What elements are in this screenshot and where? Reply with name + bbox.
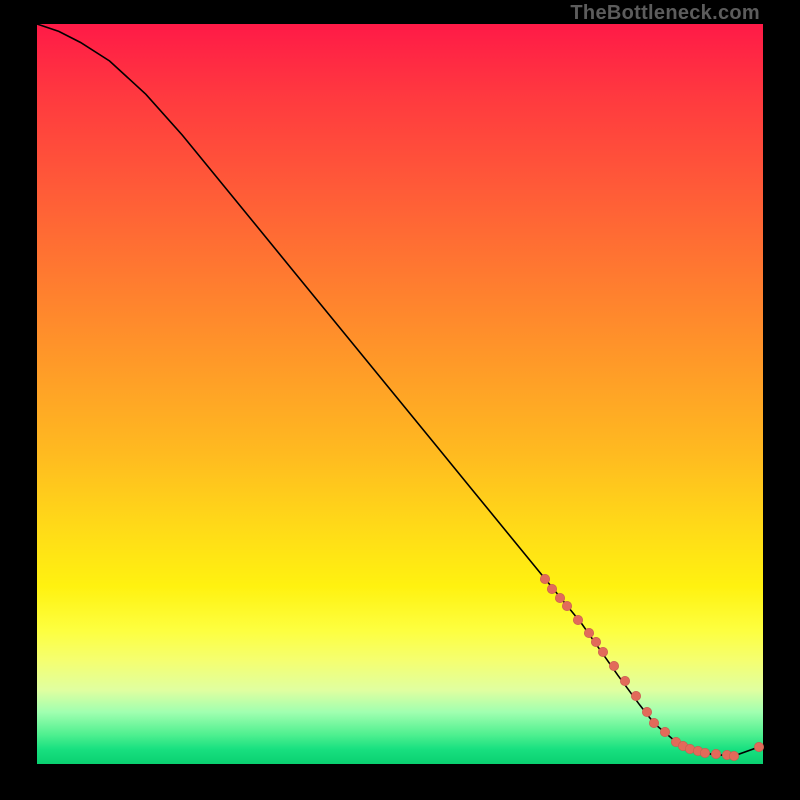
watermark-text: TheBottleneck.com [570, 2, 760, 25]
data-point [642, 707, 652, 717]
data-point [591, 637, 601, 647]
data-point [700, 748, 710, 758]
data-point [609, 661, 619, 671]
data-point [584, 628, 594, 638]
curve-path [37, 24, 763, 756]
data-point [573, 615, 583, 625]
line-curve [37, 24, 763, 764]
data-point [631, 691, 641, 701]
data-point [598, 647, 608, 657]
chart-container: TheBottleneck.com [0, 0, 800, 800]
data-point [729, 751, 739, 761]
